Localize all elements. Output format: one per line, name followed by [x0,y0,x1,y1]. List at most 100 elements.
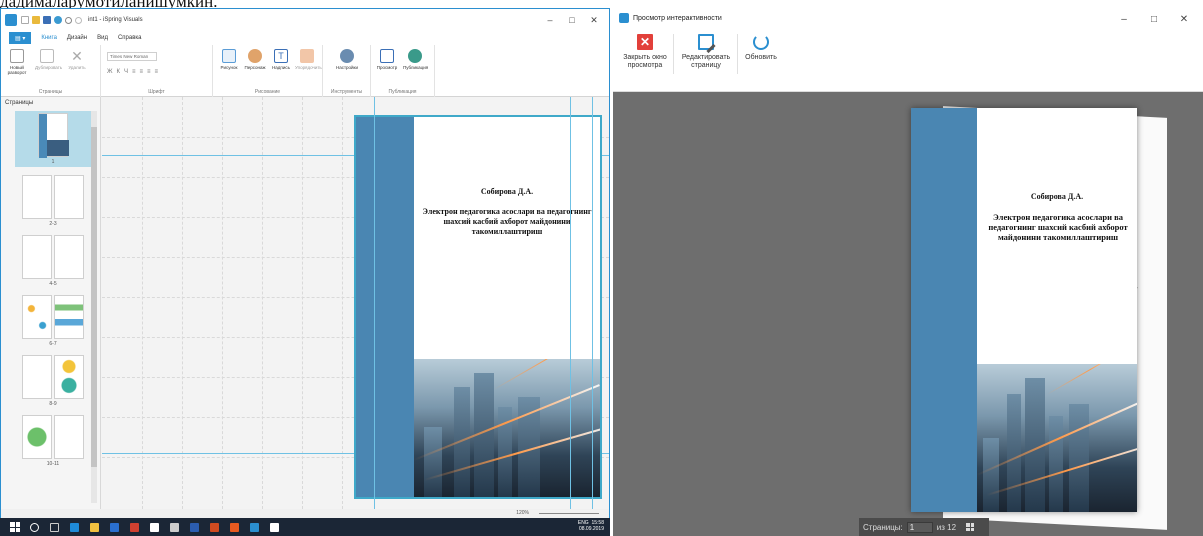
store-icon[interactable] [110,522,119,532]
task-view-icon[interactable] [50,522,59,532]
app-orange-icon[interactable] [230,522,239,532]
redo-icon[interactable] [75,16,82,24]
page-thumbnail[interactable]: 4-5 [15,235,91,287]
font-format-buttons[interactable]: ЖКЧ≡≡≡≡ [107,69,162,75]
clock-date[interactable]: 08.09.2019 [579,526,604,532]
tab-design[interactable]: Дизайн [67,35,87,41]
close-preview-label: Закрыть окно просмотра [623,54,667,69]
windows-start-icon[interactable] [10,522,20,532]
ribbon-group-tools: Настройки Инструменты [323,45,371,97]
caption-button[interactable]: T Надпись [269,49,293,70]
flipbook-viewer[interactable]: и , , д. , Собирова Д.А. Электрон педаго… [613,92,1203,536]
page-thumbnail[interactable]: 2-3 [15,175,91,227]
new-file-icon[interactable] [21,16,29,24]
new-spread-button[interactable]: Новый разворот [5,49,29,75]
page-thumbnail[interactable]: 6-7 [15,295,91,347]
powerpoint-icon[interactable] [210,522,219,532]
group-label-font: Шрифт [148,89,165,95]
app-red-icon[interactable] [130,522,139,532]
settings-button[interactable]: Настройки [335,49,359,70]
editor-window: int1 - iSpring Visuals – □ ✕ ▤ ▾ Книга Д… [0,8,610,518]
chrome-icon[interactable] [150,522,159,532]
cover-author: Собирова Д.А. [480,187,534,196]
group-label-publish: Публикация [388,89,417,95]
scrollbar-thumb[interactable] [91,127,97,467]
publish-button[interactable]: Публикация [403,49,429,70]
delete-icon: ✕ [71,48,83,64]
tab-view[interactable]: Вид [97,35,108,41]
character-button[interactable]: Персонаж [243,49,267,70]
edge-browser-icon[interactable] [70,522,79,532]
ribbon-group-pages: Новый разворот Дублировать ✕ Удалить Стра… [1,45,101,97]
close-preview-button[interactable]: ✕ Закрыть окно просмотра [617,34,673,70]
delete-button[interactable]: ✕ Удалить [65,49,89,70]
character-icon [248,49,262,63]
font-name-select[interactable]: Times New Roman [107,52,157,61]
picture-icon [222,49,236,63]
tab-help[interactable]: Справка [118,35,142,41]
document-icon[interactable] [270,522,279,532]
preview-button[interactable]: Просмотр [375,49,399,70]
open-folder-icon[interactable] [32,16,40,24]
zoom-slider[interactable] [539,513,599,514]
delete-label: Удалить [68,65,86,70]
calculator-icon[interactable] [170,522,179,532]
refresh-button[interactable]: Обновить [737,34,785,74]
maximize-icon[interactable]: □ [1139,14,1169,25]
group-label-pages: Страницы [38,89,63,95]
thumbnail-image [54,415,84,459]
cover-city-image [414,359,600,497]
publish-label: Публикация [403,65,429,70]
edit-page-button[interactable]: Редактировать страницу [673,34,737,74]
duplicate-button[interactable]: Дублировать [35,49,62,70]
tab-book[interactable]: Книга [41,35,57,41]
quick-access-toolbar [21,16,82,24]
search-icon[interactable] [30,522,39,532]
pages-scrollbar[interactable] [91,111,97,503]
editor-canvas[interactable]: Собирова Д.А. Электрон педагогика асосла… [102,97,609,509]
save-icon[interactable] [43,16,51,24]
cover-page[interactable]: Собирова Д.А. Электрон педагогика асосла… [354,115,602,499]
page-thumbnail[interactable]: 8-9 [15,355,91,407]
close-preview-icon: ✕ [637,34,653,50]
group-label-drawing: Рисование [254,89,281,95]
arrange-button[interactable]: Упорядочить [295,49,322,70]
page-thumbnail[interactable]: 1 [15,111,91,167]
file-menu-button[interactable]: ▤ ▾ [9,32,32,44]
refresh-label: Обновить [745,54,777,61]
cover-stripe [356,117,414,497]
underline-icon[interactable]: Ч [124,69,132,75]
minimize-icon[interactable]: – [1109,14,1139,25]
italic-icon[interactable]: К [117,69,125,75]
vertical-guide[interactable] [592,97,593,509]
ispring-taskbar-icon[interactable] [250,522,259,532]
page-number-input[interactable]: 1 [906,521,933,533]
maximize-icon[interactable]: □ [561,15,583,25]
ribbon: Новый разворот Дублировать ✕ Удалить Стра… [1,45,609,97]
undo-icon[interactable] [65,16,72,24]
editor-window-controls: – □ ✕ [539,9,605,31]
thumbnail-image [54,355,84,399]
cover-title: Электрон педагогика асослари ва педагогн… [422,207,592,236]
thumbnail-label: 4-5 [49,281,57,287]
word-icon[interactable] [190,522,199,532]
align-icon[interactable]: ≡≡≡≡ [132,69,162,75]
editor-titlebar: int1 - iSpring Visuals – □ ✕ [1,9,609,31]
preview-cover-page[interactable]: Собирова Д.А. Электрон педагогика асосла… [911,108,1137,512]
edit-page-label: Редактировать страницу [681,54,731,69]
picture-button[interactable]: Рисунок [217,49,241,70]
pagination-bar: Страницы: 1 из 12 [859,518,989,536]
close-icon[interactable]: ✕ [583,15,605,26]
thumbnails-grid-icon[interactable] [966,523,975,531]
preview-icon[interactable] [54,16,62,24]
bold-icon[interactable]: Ж [107,69,117,75]
page-thumbnail[interactable]: 10-11 [15,415,91,467]
vertical-guide[interactable] [570,97,571,509]
thumbnail-label: 2-3 [49,221,57,227]
ribbon-tabs: ▤ ▾ Книга Дизайн Вид Справка [1,31,609,45]
file-explorer-icon[interactable] [90,522,99,532]
minimize-icon[interactable]: – [539,15,561,25]
vertical-guide[interactable] [374,97,375,509]
preview-toolbar: ✕ Закрыть окно просмотра Редактировать с… [613,28,1203,92]
close-icon[interactable]: ✕ [1169,14,1199,25]
